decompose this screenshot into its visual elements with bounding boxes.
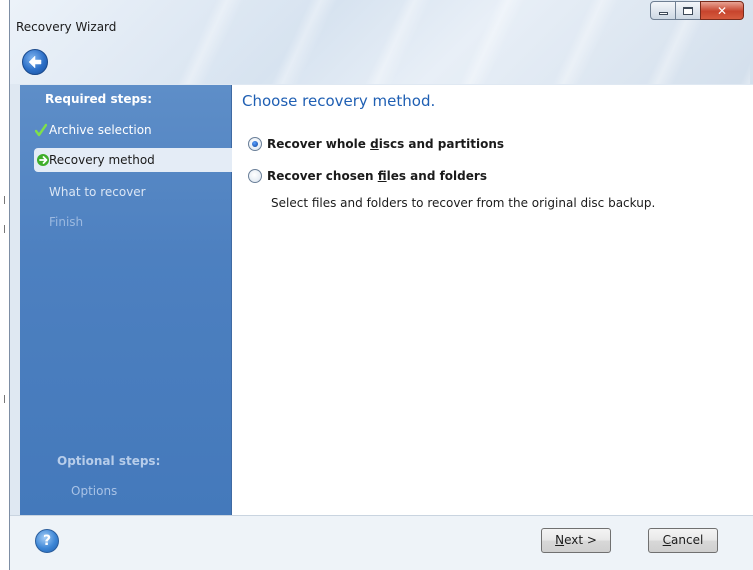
sidebar-item-finish: Finish [20, 210, 232, 234]
recovery-wizard-window: Recovery Wizard ✕ Required steps: Archiv… [9, 0, 753, 570]
green-arrow-icon [37, 154, 49, 166]
maximize-icon [683, 6, 693, 15]
sidebar-item-archive-selection[interactable]: Archive selection [20, 118, 232, 142]
access-key: C [662, 533, 672, 547]
checkmark-icon [35, 123, 47, 137]
close-icon: ✕ [716, 3, 728, 18]
minimize-icon [658, 12, 668, 15]
option-description: Select files and folders to recover from… [271, 196, 656, 210]
label-text: iscs and partitions [378, 137, 505, 151]
minimize-button[interactable] [650, 1, 676, 20]
sidebar-item-label: What to recover [49, 185, 146, 199]
access-key: d [370, 137, 379, 151]
sidebar-item-label: Recovery method [49, 153, 155, 167]
sidebar-item-what-to-recover[interactable]: What to recover [20, 180, 232, 204]
required-steps-heading: Required steps: [45, 92, 152, 106]
page-title: Choose recovery method. [242, 92, 436, 110]
label-text: Recover whole [267, 137, 371, 151]
edge-mark [4, 395, 5, 403]
radio-whole-discs[interactable] [248, 137, 262, 151]
maximize-button[interactable] [675, 1, 701, 20]
optional-steps-heading: Optional steps: [57, 454, 161, 468]
background-edge [0, 0, 9, 570]
button-bar: ? Next > Cancel [10, 515, 753, 570]
window-controls: ✕ [650, 1, 744, 21]
option-label: Recover whole discs and partitions [267, 137, 504, 151]
button-label: ancel [671, 533, 704, 547]
access-key: f [377, 169, 387, 183]
sidebar-item-label: Finish [49, 215, 84, 229]
sidebar-item-label: Archive selection [49, 123, 152, 137]
cancel-button[interactable]: Cancel [648, 528, 718, 553]
help-button[interactable]: ? [35, 529, 59, 553]
option-chosen-files[interactable]: Recover chosen files and folders [248, 169, 487, 183]
help-icon: ? [42, 533, 52, 549]
sidebar-item-recovery-method[interactable]: Recovery method [34, 148, 232, 172]
radio-chosen-files[interactable] [248, 169, 262, 183]
next-button[interactable]: Next > [541, 528, 611, 553]
main-content: Choose recovery method. Recover whole di… [232, 85, 753, 515]
window-title: Recovery Wizard [16, 20, 117, 34]
back-arrow-icon [28, 55, 42, 69]
edge-mark [4, 225, 5, 233]
option-whole-discs[interactable]: Recover whole discs and partitions [248, 137, 504, 151]
edge-mark [4, 196, 5, 204]
sidebar-item-options: Options [71, 484, 118, 498]
label-text: iles and folders [386, 169, 487, 183]
steps-sidebar: Required steps: Archive selection Recove… [20, 85, 232, 515]
close-button[interactable]: ✕ [700, 1, 744, 20]
button-label: ext > [564, 533, 597, 547]
access-key: N [555, 533, 565, 547]
label-text: Recover chosen [267, 169, 378, 183]
title-bar[interactable]: Recovery Wizard ✕ [10, 0, 753, 84]
option-label: Recover chosen files and folders [267, 169, 487, 183]
back-button[interactable] [22, 49, 48, 75]
